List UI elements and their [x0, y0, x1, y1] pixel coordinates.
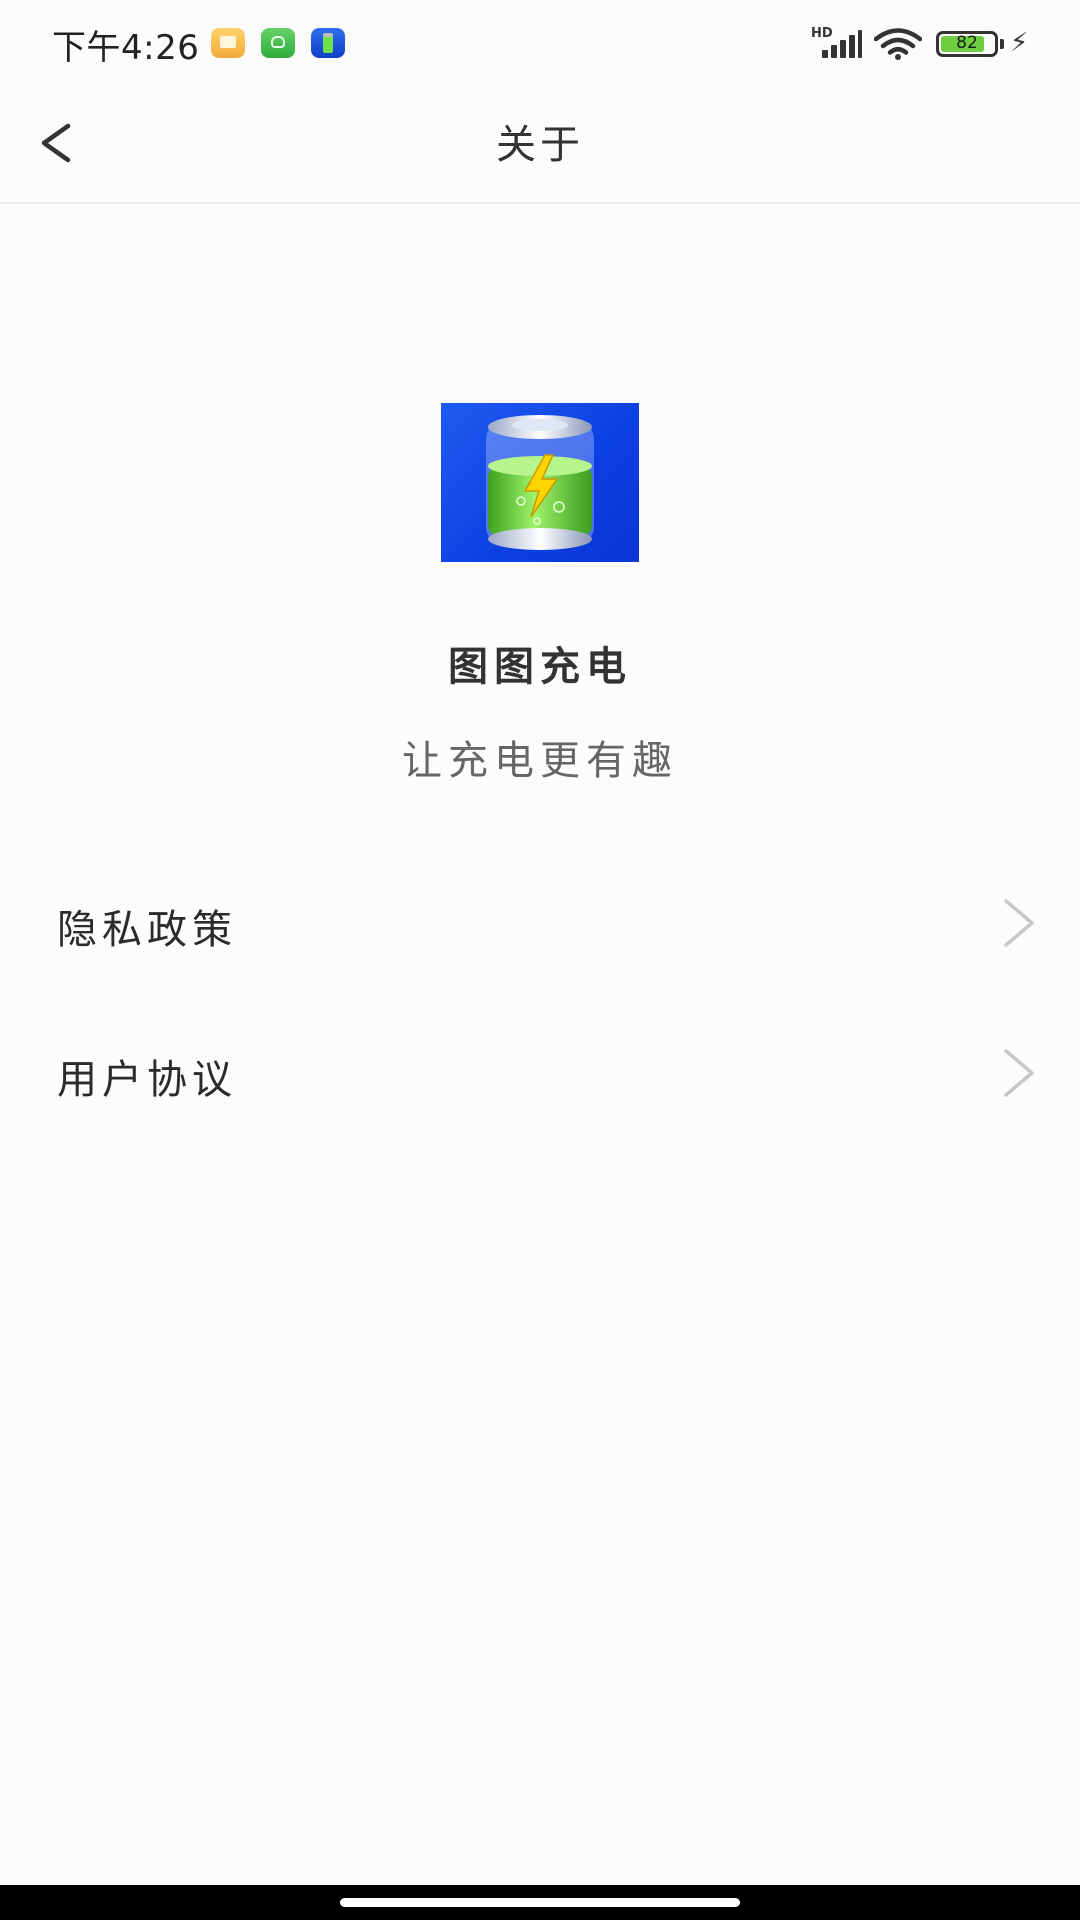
- privacy-policy-row[interactable]: 隐私政策: [0, 853, 1080, 993]
- android-notification-icon: [261, 28, 295, 58]
- battery-app-logo: [486, 415, 594, 550]
- user-agreement-label: 用户协议: [57, 1057, 237, 1103]
- home-indicator[interactable]: [340, 1898, 740, 1907]
- charging-bolt-icon: ⚡︎: [1010, 28, 1029, 58]
- gallery-notification-icon: [211, 28, 245, 58]
- about-screen: 下午4:26 HD 82 ⚡︎ 关于 图图充电 让充电更有趣 隐私政策 用户协议: [0, 0, 1080, 1920]
- wifi-icon: [874, 28, 922, 60]
- gesture-bar: [0, 1885, 1080, 1920]
- privacy-policy-label: 隐私政策: [57, 907, 237, 953]
- status-bar: 下午4:26 HD 82 ⚡︎: [0, 0, 1080, 84]
- cellular-signal-icon: [822, 30, 862, 58]
- battery-level-text: 82: [956, 33, 978, 53]
- app-logo: [441, 403, 639, 562]
- chevron-right-icon: [1004, 1049, 1034, 1097]
- nav-bar: 关于: [0, 84, 1080, 204]
- status-time: 下午4:26: [52, 28, 200, 68]
- battery-tip: [1000, 39, 1004, 49]
- battery-icon: 82: [936, 31, 998, 57]
- page-title: 关于: [496, 122, 584, 168]
- app-name: 图图充电: [448, 644, 632, 690]
- user-agreement-row[interactable]: 用户协议: [0, 1003, 1080, 1143]
- battery-app-notification-icon: [311, 28, 345, 58]
- chevron-right-icon: [1004, 899, 1034, 947]
- app-slogan: 让充电更有趣: [402, 738, 678, 784]
